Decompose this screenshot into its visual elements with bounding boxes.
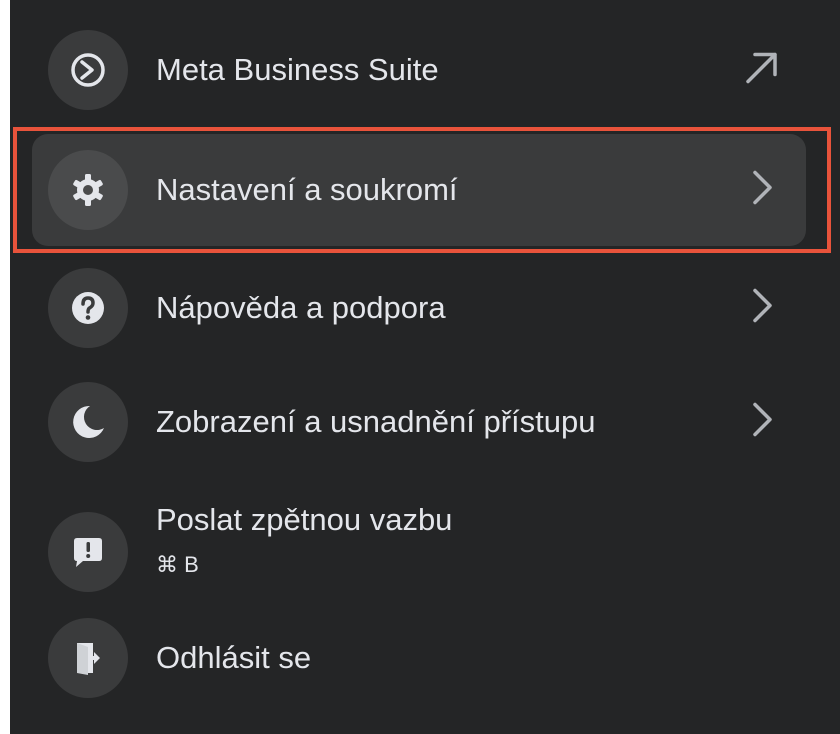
moon-icon [48,382,128,462]
menu-item-label: Zobrazení a usnadnění přístupu [156,404,596,439]
menu-item-display-accessibility[interactable]: Zobrazení a usnadnění přístupu [32,366,806,478]
chevron-right-icon [742,168,782,213]
account-menu-panel: Meta Business Suite Nastavení a soukromí… [10,0,840,734]
question-icon [48,268,128,348]
menu-item-label: Poslat zpětnou vazbu [156,502,453,537]
meta-business-suite-icon [48,30,128,110]
chevron-right-icon [742,400,782,445]
menu-item-label: Odhlásit se [156,640,312,675]
menu-item-settings-privacy[interactable]: Nastavení a soukromí [32,134,806,246]
feedback-icon [48,512,128,592]
menu-item-send-feedback[interactable]: Poslat zpětnou vazbu ⌘ B [32,488,806,600]
external-arrow-icon [742,48,782,93]
menu-item-label: Nápověda a podpora [156,290,446,325]
menu-item-logout[interactable]: Odhlásit se [32,602,806,714]
logout-icon [48,618,128,698]
menu-item-label: Nastavení a soukromí [156,172,458,207]
menu-item-help-support[interactable]: Nápověda a podpora [32,252,806,364]
menu-item-label: Meta Business Suite [156,52,439,87]
gear-icon [48,150,128,230]
menu-item-meta-business-suite[interactable]: Meta Business Suite [32,14,806,126]
chevron-right-icon [742,286,782,331]
keyboard-shortcut: ⌘ B [156,552,199,577]
